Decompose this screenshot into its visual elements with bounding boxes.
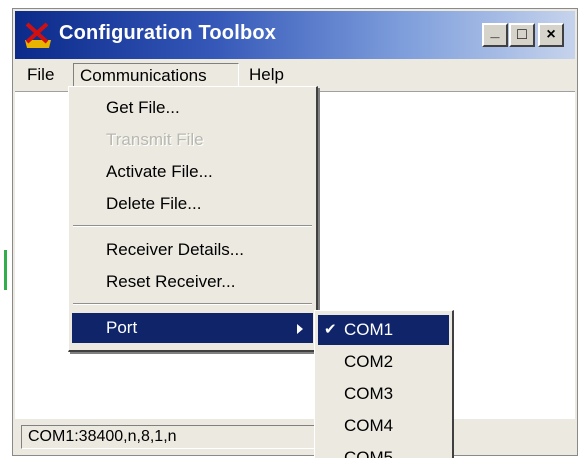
menu-item-port[interactable]: Port: [72, 313, 313, 343]
port-submenu: ✔ COM1 COM2 COM3 COM4 COM5: [314, 310, 454, 458]
menu-separator: [73, 303, 312, 305]
port-item-label: COM1: [344, 320, 394, 339]
port-item-com3[interactable]: COM3: [318, 379, 449, 409]
title-bar[interactable]: Configuration Toolbox _ □ ×: [15, 11, 575, 59]
menu-item-receiver-details[interactable]: Receiver Details...: [72, 235, 313, 265]
window-title: Configuration Toolbox: [59, 22, 277, 44]
port-item-com2[interactable]: COM2: [318, 347, 449, 377]
maximize-button[interactable]: □: [509, 23, 535, 47]
menu-communications[interactable]: Communications: [73, 63, 239, 87]
port-item-com5[interactable]: COM5: [318, 443, 449, 458]
port-item-com1[interactable]: ✔ COM1: [318, 315, 449, 345]
minimize-icon: _: [490, 23, 500, 40]
minimize-button[interactable]: _: [482, 23, 508, 47]
menu-help[interactable]: Help: [243, 63, 290, 87]
communications-dropdown: Get File... Transmit File Activate File.…: [68, 86, 318, 352]
menu-item-delete-file[interactable]: Delete File...: [72, 189, 313, 219]
menu-item-activate-file[interactable]: Activate File...: [72, 157, 313, 187]
submenu-arrow-icon: [297, 324, 303, 334]
menu-item-reset-receiver[interactable]: Reset Receiver...: [72, 267, 313, 297]
window-edge-mark: [4, 250, 7, 290]
maximize-icon: □: [517, 26, 527, 43]
close-button[interactable]: ×: [538, 23, 564, 47]
status-bar: COM1:38400,n,8,1,n: [15, 421, 575, 453]
menu-item-transmit-file: Transmit File: [106, 130, 204, 149]
toolbox-app-icon: [25, 22, 51, 48]
menu-separator: [73, 225, 312, 227]
menu-file[interactable]: File: [21, 63, 60, 87]
port-item-com4[interactable]: COM4: [318, 411, 449, 441]
menu-item-get-file[interactable]: Get File...: [72, 93, 313, 123]
menu-item-port-label: Port: [106, 318, 138, 337]
checkmark-icon: ✔: [324, 321, 337, 338]
close-icon: ×: [546, 26, 556, 43]
